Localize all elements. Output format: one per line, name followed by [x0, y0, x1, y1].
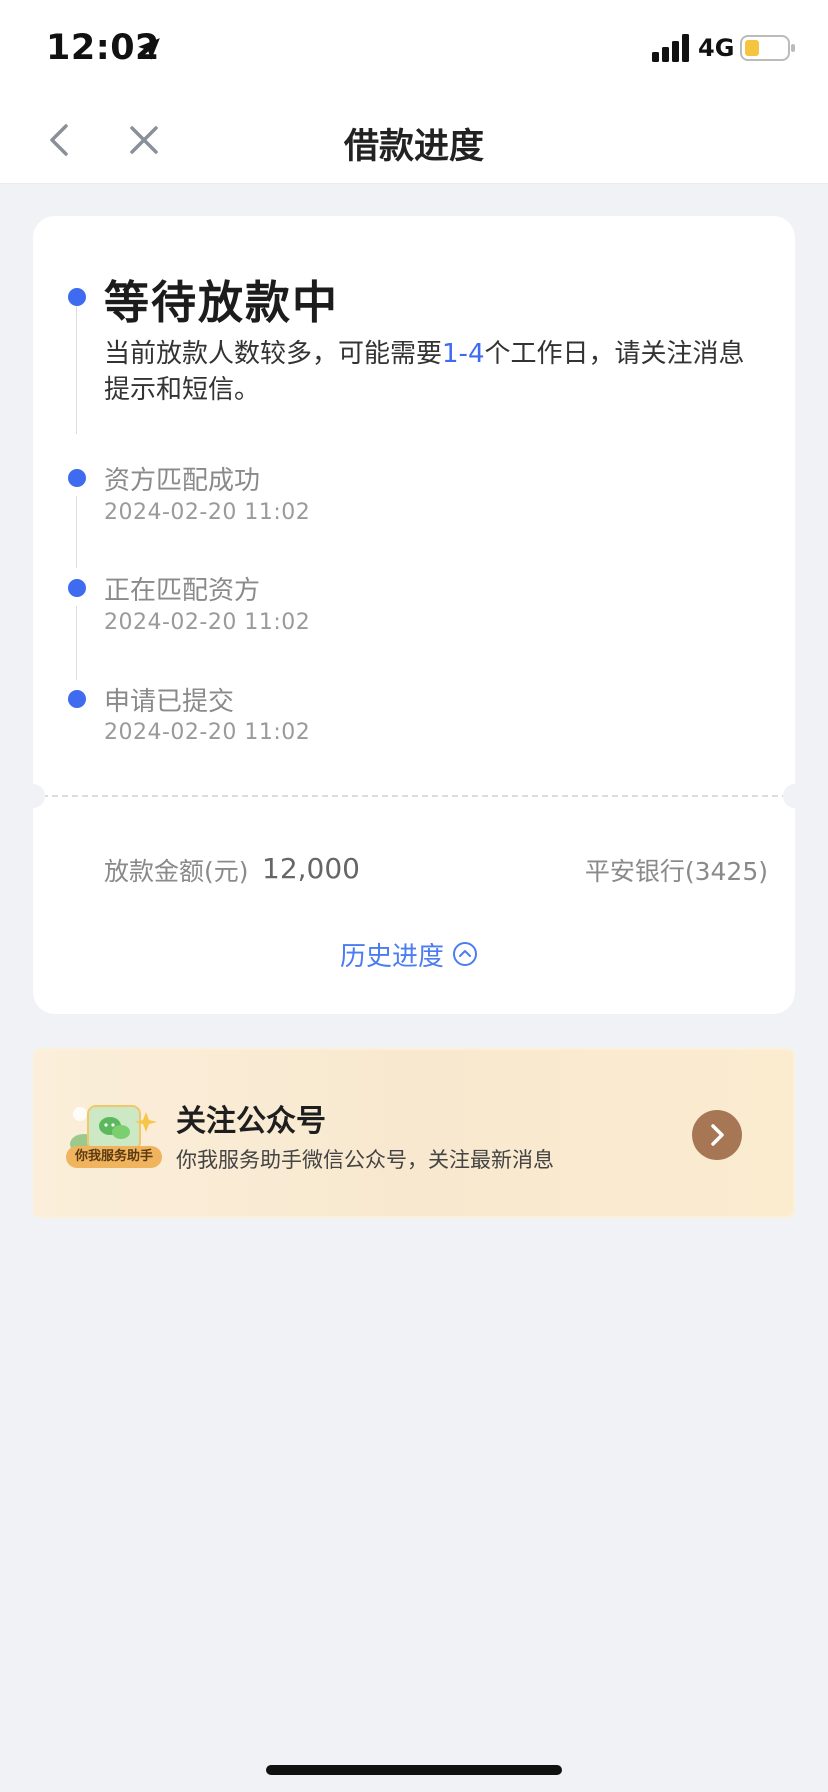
- current-status-title: 等待放款中: [104, 276, 340, 329]
- history-progress-button[interactable]: 历史进度: [340, 934, 478, 974]
- amount-label: 放款金额(元): [104, 857, 249, 886]
- battery-icon: [740, 35, 795, 61]
- working-days-highlight: 1-4: [442, 339, 485, 369]
- amount-value: 12,000: [262, 852, 360, 885]
- step-label: 资方匹配成功: [104, 466, 261, 496]
- timeline-connector: [76, 496, 77, 568]
- timeline-connector: [76, 606, 77, 680]
- divider: [42, 795, 788, 797]
- follow-subtitle: 你我服务助手微信公众号，关注最新消息: [176, 1148, 554, 1172]
- follow-arrow-button[interactable]: [692, 1110, 742, 1160]
- timeline-dot-current: [68, 288, 86, 306]
- step-label: 正在匹配资方: [104, 576, 261, 606]
- step-time: 2024-02-20 11:02: [104, 720, 311, 745]
- card-notch-left: [21, 784, 45, 808]
- location-arrow-icon: [138, 38, 160, 60]
- step-time: 2024-02-20 11:02: [104, 610, 311, 635]
- step-label: 申请已提交: [104, 687, 235, 717]
- page-title: 借款进度: [343, 127, 484, 167]
- card-notch-right: [783, 784, 807, 808]
- current-status-description: 当前放款人数较多，可能需要1-4个工作日，请关注消息提示和短信。: [104, 339, 745, 405]
- bank-account: 平安银行(3425): [584, 857, 768, 886]
- signal-icon: [652, 34, 689, 62]
- timeline-connector: [76, 306, 77, 434]
- chevron-up-circle-icon: [453, 942, 478, 966]
- follow-title: 关注公众号: [176, 1104, 326, 1139]
- assistant-badge: 你我服务助手: [66, 1146, 162, 1168]
- step-time: 2024-02-20 11:02: [104, 500, 311, 525]
- chevron-right-icon: [711, 1124, 724, 1146]
- home-indicator[interactable]: [266, 1765, 562, 1775]
- network-type: 4G: [698, 34, 735, 62]
- timeline-dot: [68, 579, 86, 597]
- history-progress-label: 历史进度: [340, 941, 445, 972]
- timeline-dot: [68, 690, 86, 708]
- timeline-dot: [68, 469, 86, 487]
